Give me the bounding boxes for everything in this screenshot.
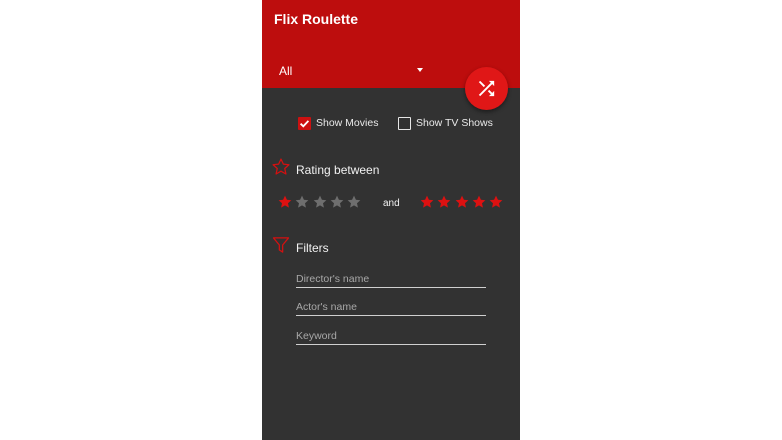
show-tv-label: Show TV Shows [416,117,493,129]
actor-input[interactable] [296,298,486,316]
type-dropdown-value: All [279,64,293,78]
show-movies-checkbox[interactable] [298,117,311,130]
min-rating-star-4-icon[interactable] [329,194,345,210]
app-screen: Flix Roulette All Show Movies Show TV Sh… [262,0,520,440]
star-outline-icon [271,157,291,182]
app-title: Flix Roulette [274,11,359,27]
dropdown-caret-icon [417,68,423,72]
min-rating-star-2-icon[interactable] [294,194,310,210]
keyword-input[interactable] [296,327,486,345]
filters-title: Filters [296,241,329,255]
max-rating-star-2-icon[interactable] [436,194,452,210]
type-dropdown[interactable]: All [279,62,423,80]
max-rating-star-3-icon[interactable] [454,194,470,210]
max-rating-star-4-icon[interactable] [471,194,487,210]
director-field[interactable] [296,269,486,288]
min-rating-star-1-icon[interactable] [277,194,293,210]
director-input[interactable] [296,270,486,288]
shuffle-button[interactable] [465,67,508,110]
shuffle-icon [478,80,495,97]
rating-title: Rating between [296,163,380,177]
show-movies-label: Show Movies [316,117,379,129]
max-rating-star-1-icon[interactable] [419,194,435,210]
min-rating-star-5-icon[interactable] [346,194,362,210]
actor-field[interactable] [296,297,486,316]
keyword-field[interactable] [296,326,486,345]
funnel-icon [271,235,291,260]
rating-and-label: and [383,198,400,209]
checkmark-icon [299,120,310,128]
max-rating-star-5-icon[interactable] [488,194,504,210]
show-tv-checkbox[interactable] [398,117,411,130]
min-rating-star-3-icon[interactable] [312,194,328,210]
